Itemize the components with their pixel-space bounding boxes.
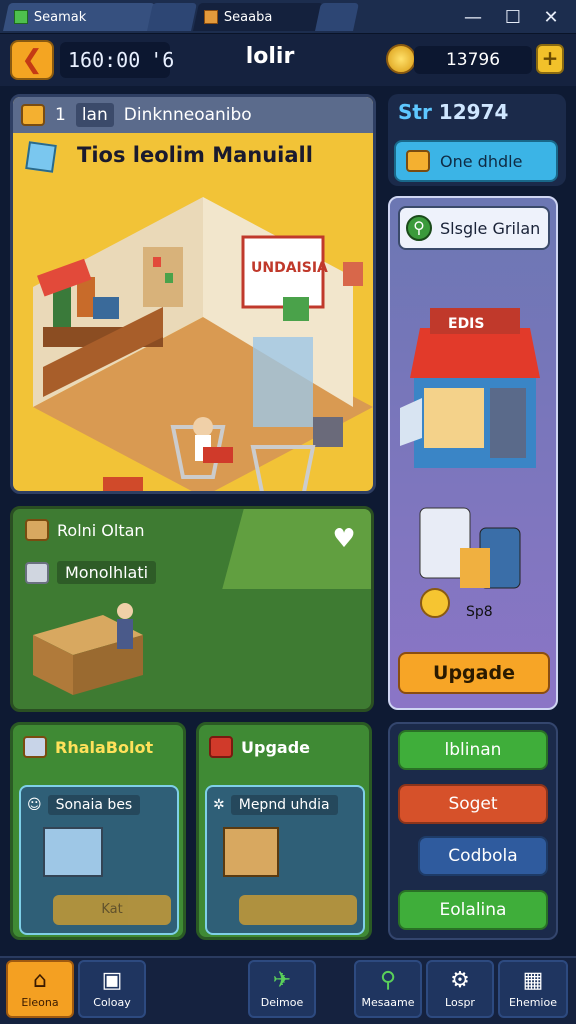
tab-new[interactable] xyxy=(315,3,359,31)
game-cube-icon xyxy=(14,10,28,24)
card-rhalabolot[interactable]: RhalaBolot ☺ Sonaia bes Kat xyxy=(10,722,186,940)
card-action-button[interactable] xyxy=(239,895,357,925)
action-button-4[interactable]: Eolalina xyxy=(398,890,548,930)
favorite-heart-icon[interactable]: ♥ xyxy=(328,524,360,554)
nav-themes[interactable]: ▦ Ehemioe xyxy=(498,960,568,1018)
card-title: RhalaBolot xyxy=(55,737,154,757)
tab-label: Seaaba xyxy=(224,9,273,25)
action-button-3[interactable]: Codbola xyxy=(418,836,548,876)
store-side-panel: EDIS xyxy=(388,196,558,710)
service-row-1-label: Rolni Oltan xyxy=(57,520,145,540)
nav-deimoe[interactable]: ✈ Deimoe xyxy=(248,960,316,1018)
search-bubble[interactable]: ⚲ Slsgle Grilan xyxy=(398,206,550,250)
crate-icon xyxy=(223,827,279,877)
shop-tab-name[interactable]: Dinknneoanibo xyxy=(124,105,252,125)
service-row-1: Rolni Oltan xyxy=(25,519,145,541)
shop-panel-tabs: 1 lan Dinknneoanibo xyxy=(13,97,373,133)
nav-label: Lospr xyxy=(445,995,475,1009)
shop-tab-1[interactable]: 1 xyxy=(55,105,66,125)
page-title: lolir xyxy=(245,44,295,69)
shop-scene-panel: 1 lan Dinknneoanibo Tios leolim Manuiall… xyxy=(10,94,376,494)
cube-icon xyxy=(25,141,57,173)
box-icon xyxy=(406,150,430,172)
upgrade-button[interactable]: Upgade xyxy=(398,652,550,694)
tab-seaaba[interactable]: Seaaba xyxy=(193,3,323,31)
one-button[interactable]: One dhdle xyxy=(394,140,558,182)
search-icon: ⚲ xyxy=(379,967,397,993)
stats-label: Str 12974 xyxy=(398,100,508,124)
bubble-label: Slsgle Grilan xyxy=(440,218,541,238)
timer-value: 160:00 xyxy=(68,48,141,72)
gift-icon xyxy=(209,736,233,758)
stats-prefix: Str xyxy=(398,100,432,124)
box-icon xyxy=(25,519,49,541)
grid-icon: ▦ xyxy=(522,967,544,993)
back-button[interactable]: ❮ xyxy=(10,40,54,80)
gear-icon: ⚙ xyxy=(450,967,470,993)
register-icon xyxy=(25,561,49,584)
close-window-button[interactable]: ✕ xyxy=(538,5,564,29)
nav-label: Deimoe xyxy=(260,995,304,1009)
service-row-2-label: Monolhlati xyxy=(57,561,157,584)
add-coins-button[interactable]: + xyxy=(536,44,564,74)
calendar-icon: ▣ xyxy=(101,967,123,993)
storefront-sign-text: EDIS xyxy=(448,316,484,332)
back-arrow-icon: ❮ xyxy=(21,45,43,75)
nav-label: Mesaame xyxy=(361,995,415,1009)
package-icon xyxy=(204,10,218,24)
coin-balance: 13796 xyxy=(414,46,532,74)
home-icon: ⌂ xyxy=(33,967,47,993)
action-button-2[interactable]: Soget xyxy=(398,784,548,824)
plane-icon: ✈ xyxy=(272,967,292,993)
card-title: Upgade xyxy=(241,737,310,757)
nav-settings[interactable]: ⚙ Lospr xyxy=(426,960,494,1018)
display-case-icon xyxy=(43,827,103,877)
nav-messages[interactable]: ⚲ Mesaame xyxy=(354,960,422,1018)
nav-home[interactable]: ⌂ Eleona xyxy=(6,960,74,1018)
gift-box-icon xyxy=(23,736,47,758)
tab-blank[interactable] xyxy=(147,3,197,31)
nav-label: Coloay xyxy=(93,995,131,1009)
shop-interior-illustration: UNDAISIA xyxy=(33,197,373,491)
action-button-1[interactable]: lblinan xyxy=(398,730,548,770)
nav-colony[interactable]: ▣ Coloay xyxy=(78,960,146,1018)
service-row-2: Monolhlati xyxy=(25,561,157,584)
card-upgrade[interactable]: Upgade ✲ Mepnd uhdia xyxy=(196,722,372,940)
one-button-label: One dhdle xyxy=(440,151,523,171)
shop-tab-lan[interactable]: lan xyxy=(75,103,114,127)
card-inner-label: ✲ Mepnd uhdia xyxy=(213,795,363,815)
minimize-button[interactable]: — xyxy=(460,5,486,29)
timer-suffix: '6 xyxy=(150,48,175,72)
card-inner-label: ☺ Sonaia bes xyxy=(27,795,177,815)
shop-badge-icon xyxy=(21,104,45,126)
card-header: RhalaBolot xyxy=(13,725,183,769)
magnifier-icon: ⚲ xyxy=(406,215,432,241)
gear-icon: ✲ xyxy=(213,797,225,813)
tab-label: Seamak xyxy=(34,9,87,25)
card-inner-text: Sonaia bes xyxy=(47,795,141,815)
counter-illustration xyxy=(33,603,143,695)
storefront-illustration: EDIS xyxy=(400,308,540,468)
nav-label: Ehemioe xyxy=(509,995,557,1009)
service-panel: Rolni Oltan Monolhlati xyxy=(10,506,374,712)
store-sign-text: UNDAISIA xyxy=(251,260,328,276)
timer-display: 160:00 '6 xyxy=(60,42,174,78)
spy-label: Sp8 xyxy=(466,604,493,620)
card-inner-text: Mepnd uhdia xyxy=(230,795,338,815)
nav-label: Eleona xyxy=(21,995,59,1009)
person-icon: ☺ xyxy=(27,797,42,813)
maximize-button[interactable]: ☐ xyxy=(500,5,526,29)
tab-seamak[interactable]: Seamak xyxy=(3,3,155,31)
stats-value: 12974 xyxy=(438,100,509,124)
coin-icon xyxy=(386,44,416,74)
card-action-button[interactable]: Kat xyxy=(53,895,171,925)
card-header: Upgade xyxy=(199,725,369,769)
shop-title: Tios leolim Manuiall xyxy=(77,143,313,167)
